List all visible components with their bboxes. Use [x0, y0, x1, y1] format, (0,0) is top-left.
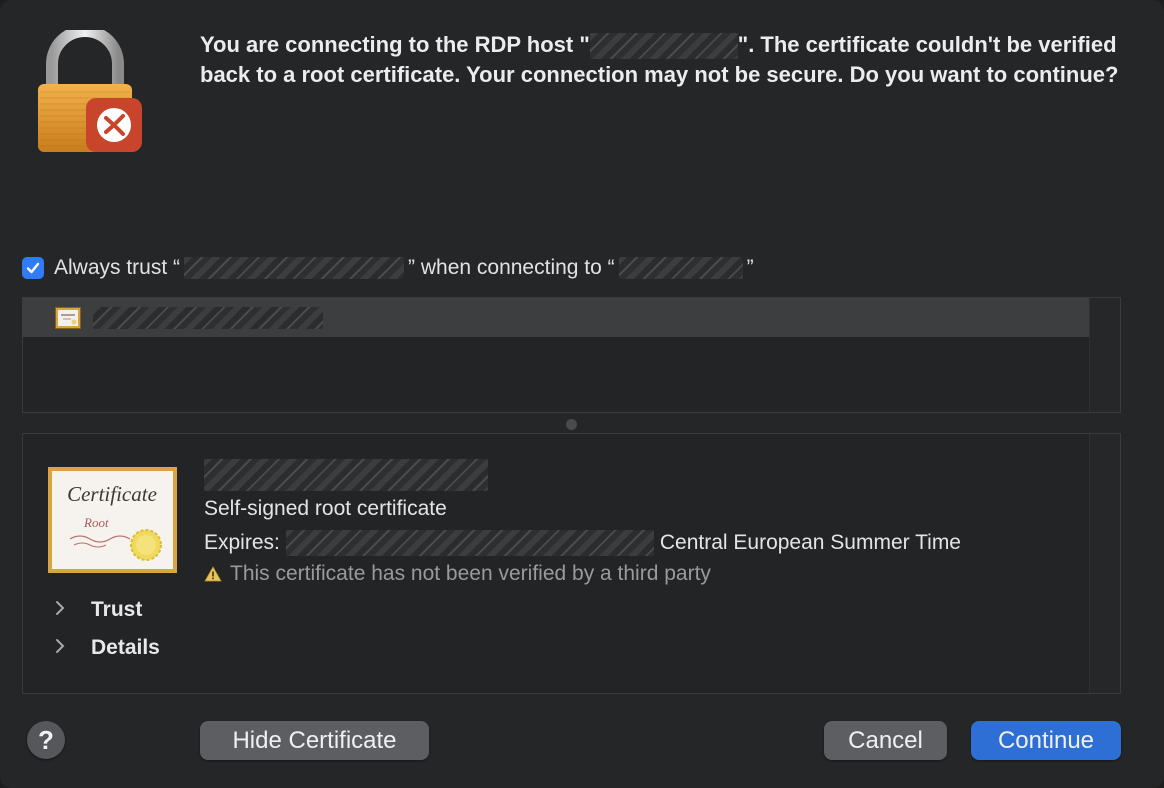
certificate-image-title: Certificate: [67, 482, 157, 506]
always-trust-checkbox[interactable]: [22, 257, 44, 279]
certificate-icon: Certificate Root: [48, 467, 177, 573]
warning-icon: [204, 566, 222, 582]
warning-text: This certificate has not been verified b…: [230, 562, 711, 585]
redacted-certificate-name: [184, 257, 405, 279]
details-disclosure-label: Details: [91, 636, 160, 659]
certificate-chain-row[interactable]: [23, 298, 1091, 337]
pane-splitter-handle[interactable]: [566, 419, 577, 430]
certificate-kind: Self-signed root certificate: [204, 497, 447, 520]
dialog-message: You are connecting to the RDP host " ". T…: [200, 30, 1140, 90]
redacted-expiry-date: [285, 530, 654, 556]
certificate-dialog: You are connecting to the RDP host " ". T…: [0, 0, 1164, 788]
expires-label: Expires:: [204, 531, 280, 554]
certificate-image-subtitle: Root: [83, 515, 109, 530]
always-trust-row[interactable]: Always trust “ ” when connecting to “ ”: [22, 254, 754, 282]
chevron-right-icon: [55, 636, 69, 660]
redacted-host: [589, 33, 738, 60]
always-trust-label-prefix: Always trust “: [54, 256, 181, 279]
help-button[interactable]: ?: [27, 721, 65, 759]
details-disclosure[interactable]: Details: [55, 636, 160, 660]
certificate-chain-list[interactable]: [22, 297, 1121, 413]
message-text-start: You are connecting to the RDP host ": [200, 32, 590, 57]
certificate-warning: This certificate has not been verified b…: [204, 562, 711, 586]
always-trust-label-suffix: ”: [746, 256, 754, 279]
expires-timezone: Central European Summer Time: [659, 531, 961, 554]
cancel-button[interactable]: Cancel: [824, 721, 947, 760]
continue-button[interactable]: Continue: [971, 721, 1121, 760]
chevron-right-icon: [55, 598, 69, 622]
certificate-expires: Expires: Central European Summer Time: [204, 530, 961, 556]
list-scrollbar[interactable]: [1089, 298, 1120, 412]
always-trust-label-middle: ” when connecting to “: [408, 256, 615, 279]
hide-certificate-button[interactable]: Hide Certificate: [200, 721, 429, 760]
checkmark-icon: [26, 262, 40, 274]
certificate-small-icon: [55, 306, 81, 329]
redacted-host-name: [618, 257, 743, 279]
trust-disclosure-label: Trust: [91, 598, 143, 621]
redacted-certificate-common-name: [204, 459, 488, 491]
lock-icon: [38, 30, 142, 152]
detail-scrollbar[interactable]: [1089, 434, 1120, 693]
redacted-certificate-row-name: [93, 306, 323, 329]
trust-disclosure[interactable]: Trust: [55, 598, 142, 622]
certificate-detail-pane: Certificate Root Self-signed root certif…: [22, 433, 1121, 694]
